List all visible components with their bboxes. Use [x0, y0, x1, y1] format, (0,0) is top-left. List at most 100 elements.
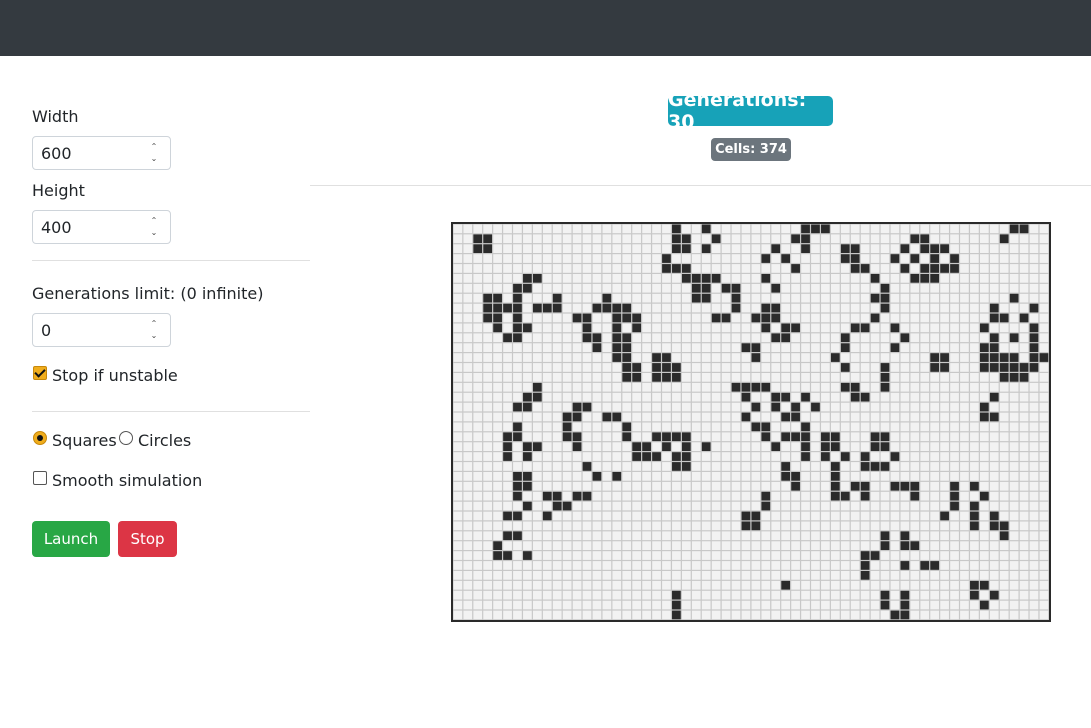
live-cell[interactable] [503, 551, 512, 560]
dead-cell[interactable] [672, 422, 681, 432]
live-cell[interactable] [840, 244, 850, 253]
dead-cell[interactable] [771, 422, 781, 432]
dead-cell[interactable] [950, 323, 959, 333]
dead-cell[interactable] [870, 244, 880, 253]
dead-cell[interactable] [483, 254, 493, 263]
dead-cell[interactable] [920, 481, 930, 491]
dead-cell[interactable] [920, 442, 930, 451]
dead-cell[interactable] [493, 402, 502, 412]
dead-cell[interactable] [890, 313, 900, 323]
live-cell[interactable] [761, 491, 771, 501]
dead-cell[interactable] [662, 244, 671, 253]
dead-cell[interactable] [840, 402, 850, 412]
dead-cell[interactable] [711, 293, 721, 303]
dead-cell[interactable] [950, 561, 959, 570]
live-cell[interactable] [920, 561, 930, 570]
dead-cell[interactable] [483, 511, 493, 521]
dead-cell[interactable] [989, 293, 999, 303]
dead-cell[interactable] [602, 264, 612, 273]
dead-cell[interactable] [453, 501, 463, 511]
dead-cell[interactable] [672, 343, 681, 352]
dead-cell[interactable] [523, 373, 532, 382]
dead-cell[interactable] [552, 481, 562, 491]
dead-cell[interactable] [781, 481, 791, 491]
dead-cell[interactable] [920, 580, 930, 590]
dead-cell[interactable] [542, 224, 552, 234]
dead-cell[interactable] [830, 610, 840, 620]
dead-cell[interactable] [840, 442, 850, 451]
dead-cell[interactable] [473, 264, 483, 273]
dead-cell[interactable] [552, 610, 562, 620]
dead-cell[interactable] [493, 412, 502, 422]
dead-cell[interactable] [572, 382, 582, 392]
live-cell[interactable] [920, 244, 930, 253]
dead-cell[interactable] [741, 402, 751, 412]
dead-cell[interactable] [960, 254, 969, 263]
dead-cell[interactable] [473, 590, 483, 600]
dead-cell[interactable] [681, 353, 691, 362]
dead-cell[interactable] [989, 541, 999, 550]
dead-cell[interactable] [821, 323, 830, 333]
live-cell[interactable] [493, 551, 502, 560]
live-cell[interactable] [890, 323, 900, 333]
dead-cell[interactable] [731, 571, 741, 580]
dead-cell[interactable] [979, 283, 989, 293]
dead-cell[interactable] [751, 590, 761, 600]
dead-cell[interactable] [473, 274, 483, 283]
dead-cell[interactable] [850, 472, 860, 481]
dead-cell[interactable] [890, 511, 900, 521]
dead-cell[interactable] [503, 373, 512, 382]
dead-cell[interactable] [473, 491, 483, 501]
dead-cell[interactable] [463, 293, 473, 303]
dead-cell[interactable] [830, 531, 840, 541]
dead-cell[interactable] [691, 571, 701, 580]
dead-cell[interactable] [821, 491, 830, 501]
dead-cell[interactable] [860, 224, 870, 234]
live-cell[interactable] [513, 422, 522, 432]
dead-cell[interactable] [960, 541, 969, 550]
dead-cell[interactable] [801, 531, 810, 541]
dead-cell[interactable] [652, 422, 661, 432]
dead-cell[interactable] [612, 571, 622, 580]
dead-cell[interactable] [930, 511, 940, 521]
dead-cell[interactable] [463, 590, 473, 600]
dead-cell[interactable] [1019, 531, 1029, 541]
dead-cell[interactable] [652, 551, 661, 560]
live-cell[interactable] [513, 432, 522, 442]
dead-cell[interactable] [860, 541, 870, 550]
dead-cell[interactable] [840, 224, 850, 234]
dead-cell[interactable] [1029, 571, 1039, 580]
dead-cell[interactable] [681, 313, 691, 323]
dead-cell[interactable] [711, 432, 721, 442]
dead-cell[interactable] [602, 600, 612, 610]
live-cell[interactable] [910, 491, 920, 501]
live-cell[interactable] [1019, 313, 1029, 323]
dead-cell[interactable] [1009, 541, 1019, 550]
dead-cell[interactable] [672, 551, 681, 560]
live-cell[interactable] [840, 363, 850, 372]
dead-cell[interactable] [890, 244, 900, 253]
dead-cell[interactable] [582, 511, 592, 521]
dead-cell[interactable] [811, 580, 820, 590]
live-cell[interactable] [622, 303, 632, 313]
dead-cell[interactable] [552, 313, 562, 323]
dead-cell[interactable] [900, 224, 910, 234]
dead-cell[interactable] [1029, 254, 1039, 263]
dead-cell[interactable] [572, 323, 582, 333]
dead-cell[interactable] [493, 224, 502, 234]
dead-cell[interactable] [830, 571, 840, 580]
dead-cell[interactable] [860, 511, 870, 521]
dead-cell[interactable] [552, 283, 562, 293]
live-cell[interactable] [801, 422, 810, 432]
dead-cell[interactable] [552, 333, 562, 343]
dead-cell[interactable] [532, 580, 542, 590]
dead-cell[interactable] [552, 343, 562, 352]
dead-cell[interactable] [602, 224, 612, 234]
live-cell[interactable] [989, 363, 999, 372]
dead-cell[interactable] [870, 343, 880, 352]
dead-cell[interactable] [503, 244, 512, 253]
dead-cell[interactable] [731, 590, 741, 600]
dead-cell[interactable] [960, 511, 969, 521]
dead-cell[interactable] [503, 590, 512, 600]
dead-cell[interactable] [642, 412, 651, 422]
